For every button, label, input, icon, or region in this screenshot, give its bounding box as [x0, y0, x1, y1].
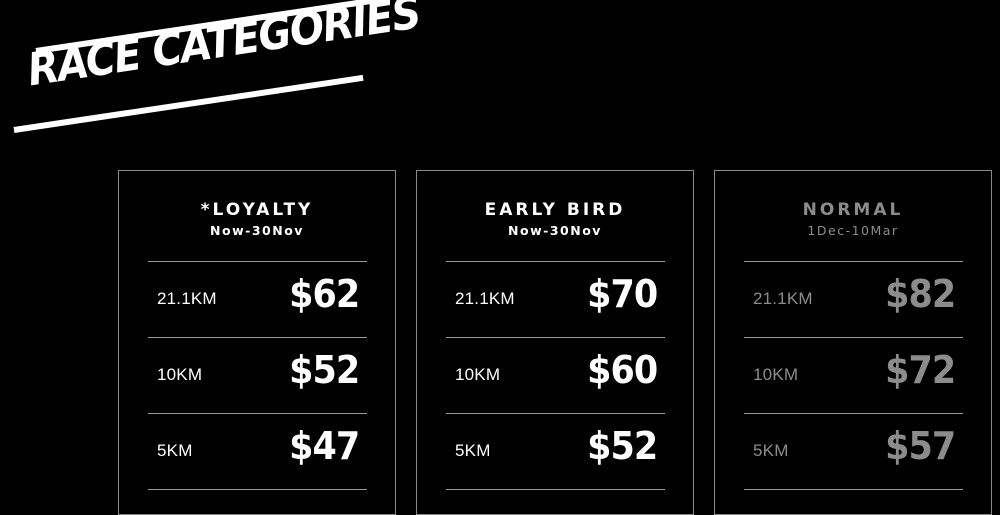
race-price: $62 — [288, 272, 360, 316]
price-row: 10KM $60 — [446, 338, 665, 414]
card-period: Now-30Nov — [210, 223, 304, 238]
race-price: $52 — [586, 424, 658, 468]
race-distance: 5KM — [455, 441, 491, 460]
race-price: $47 — [288, 424, 360, 468]
price-row: 21.1KM $70 — [446, 262, 665, 338]
price-row: 21.1KM $82 — [744, 262, 963, 338]
race-distance: 21.1KM — [455, 289, 515, 308]
race-price: $60 — [586, 348, 658, 392]
price-row: 5KM $52 — [446, 414, 665, 490]
race-distance: 5KM — [157, 441, 193, 460]
pricing-card-loyalty: *LOYALTY Now-30Nov 21.1KM $62 10KM $52 5… — [118, 170, 396, 515]
price-list: 21.1KM $62 10KM $52 5KM $47 — [148, 261, 367, 490]
race-distance: 10KM — [455, 365, 501, 384]
section-title: RACE CATEGORIES — [24, 0, 424, 97]
card-period: 1Dec-10Mar — [807, 223, 899, 238]
price-row: 10KM $72 — [744, 338, 963, 414]
race-distance: 21.1KM — [753, 289, 813, 308]
race-distance: 10KM — [753, 365, 799, 384]
price-list: 21.1KM $82 10KM $72 5KM $57 — [744, 261, 963, 490]
card-header: *LOYALTY Now-30Nov — [119, 200, 395, 239]
race-price: $72 — [884, 348, 956, 392]
price-list: 21.1KM $70 10KM $60 5KM $52 — [446, 261, 665, 490]
race-distance: 21.1KM — [157, 289, 217, 308]
race-price: $52 — [288, 348, 360, 392]
price-row: 5KM $47 — [148, 414, 367, 490]
card-title: EARLY BIRD — [484, 200, 626, 220]
card-title: NORMAL — [802, 200, 904, 220]
race-price: $70 — [586, 272, 658, 316]
race-price: $82 — [884, 272, 956, 316]
price-row: 10KM $52 — [148, 338, 367, 414]
pricing-card-early-bird: EARLY BIRD Now-30Nov 21.1KM $70 10KM $60… — [416, 170, 694, 515]
card-header: NORMAL 1Dec-10Mar — [715, 200, 991, 239]
card-title: *LOYALTY — [200, 200, 314, 220]
price-row: 21.1KM $62 — [148, 262, 367, 338]
price-row: 5KM $57 — [744, 414, 963, 490]
section-heading-banner: RACE CATEGORIES — [10, 0, 423, 140]
race-distance: 5KM — [753, 441, 789, 460]
race-distance: 10KM — [157, 365, 203, 384]
card-header: EARLY BIRD Now-30Nov — [417, 200, 693, 239]
race-price: $57 — [884, 424, 956, 468]
card-period: Now-30Nov — [508, 223, 602, 238]
pricing-card-normal: NORMAL 1Dec-10Mar 21.1KM $82 10KM $72 5K… — [714, 170, 992, 515]
